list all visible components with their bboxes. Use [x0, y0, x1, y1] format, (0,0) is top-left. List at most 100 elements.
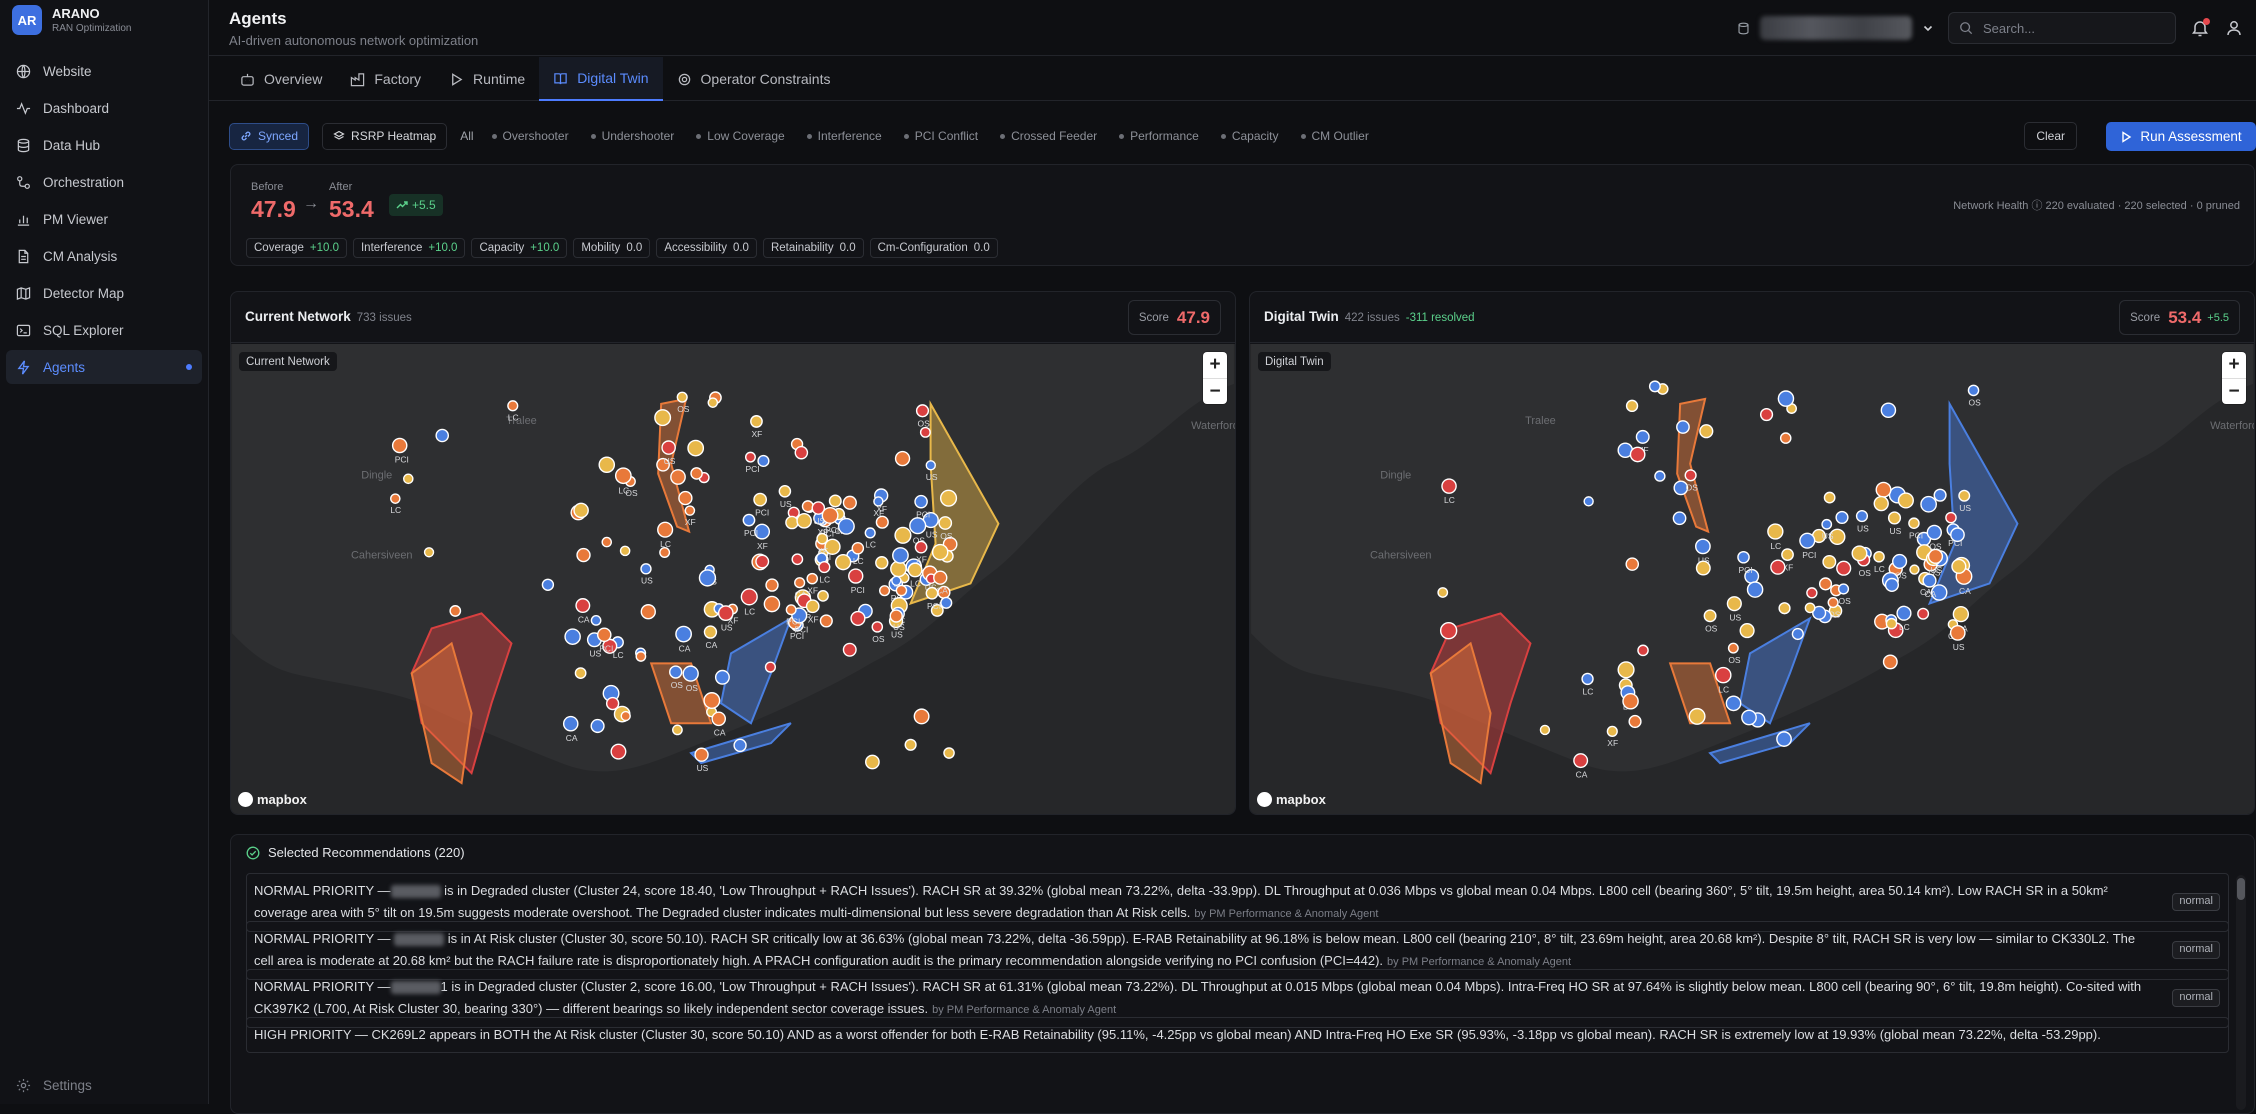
site-marker[interactable]	[698, 569, 717, 587]
site-marker[interactable]	[403, 473, 414, 485]
site-marker[interactable]	[763, 595, 781, 613]
site-marker[interactable]	[1836, 560, 1852, 576]
site-marker[interactable]	[794, 445, 809, 460]
site-marker[interactable]	[1714, 666, 1732, 684]
site-marker[interactable]	[684, 505, 696, 516]
tab-factory[interactable]: Factory	[336, 57, 435, 101]
site-marker[interactable]	[682, 665, 699, 682]
filter-pci-conflict[interactable]: PCI Conflict	[903, 129, 978, 143]
site-marker[interactable]	[842, 642, 857, 657]
site-marker[interactable]	[669, 665, 683, 679]
site-marker[interactable]	[449, 605, 462, 617]
site-marker[interactable]	[1951, 558, 1967, 574]
site-marker[interactable]	[1967, 384, 1980, 397]
site-marker[interactable]	[914, 540, 928, 554]
filter-cm-outlier[interactable]: CM Outlier	[1300, 129, 1369, 143]
site-marker[interactable]	[1823, 491, 1836, 504]
site-marker[interactable]	[925, 460, 936, 471]
site-marker[interactable]	[1777, 390, 1795, 407]
zoom-out-button[interactable]: −	[2222, 378, 2246, 404]
site-marker[interactable]	[1628, 714, 1642, 729]
site-marker[interactable]	[690, 467, 703, 480]
site-marker[interactable]	[750, 415, 763, 428]
site-marker[interactable]	[1635, 429, 1650, 444]
site-marker[interactable]	[575, 598, 591, 614]
site-marker[interactable]	[635, 651, 647, 662]
site-marker[interactable]	[654, 409, 672, 427]
sidebar-item-orchestration[interactable]: Orchestration	[6, 165, 202, 199]
zoom-in-button[interactable]: +	[2222, 352, 2246, 378]
map-digital-twin[interactable]: Tralee Dingle Cahersiveen Waterford PCI OS CA C…	[1250, 344, 2254, 814]
site-marker[interactable]	[1779, 432, 1792, 444]
site-marker[interactable]	[564, 628, 581, 645]
site-marker[interactable]	[1885, 617, 1898, 630]
site-marker[interactable]	[687, 439, 705, 457]
site-marker[interactable]	[1917, 607, 1930, 620]
site-marker[interactable]	[875, 556, 889, 570]
site-marker[interactable]	[1695, 560, 1711, 576]
site-marker[interactable]	[659, 546, 671, 558]
tab-overview[interactable]: Overview	[226, 57, 336, 101]
site-marker[interactable]	[619, 545, 631, 557]
sidebar-item-data-hub[interactable]: Data Hub	[6, 128, 202, 162]
site-marker[interactable]	[875, 515, 889, 529]
site-marker[interactable]	[1437, 587, 1449, 598]
site-marker[interactable]	[801, 500, 814, 513]
site-marker[interactable]	[1837, 583, 1850, 595]
site-marker[interactable]	[1648, 380, 1661, 393]
site-marker[interactable]	[914, 494, 928, 509]
site-marker[interactable]	[873, 496, 884, 507]
scrollbar-thumb[interactable]	[2237, 878, 2245, 900]
site-marker[interactable]	[1822, 554, 1837, 569]
site-marker[interactable]	[740, 588, 758, 606]
site-marker[interactable]	[865, 754, 880, 770]
site-marker[interactable]	[894, 526, 912, 544]
site-marker[interactable]	[1818, 577, 1833, 591]
sidebar-item-agents[interactable]: Agents	[6, 350, 202, 384]
site-marker[interactable]	[1672, 511, 1687, 526]
site-marker[interactable]	[1625, 557, 1640, 571]
site-marker[interactable]	[1835, 510, 1849, 525]
site-marker[interactable]	[1776, 731, 1792, 747]
site-marker[interactable]	[878, 585, 891, 597]
site-marker[interactable]	[755, 554, 770, 569]
site-marker[interactable]	[1875, 481, 1892, 498]
site-marker[interactable]	[661, 440, 676, 455]
site-marker[interactable]	[707, 397, 719, 408]
site-marker[interactable]	[1882, 654, 1898, 670]
site-marker[interactable]	[1922, 573, 1937, 588]
site-marker[interactable]	[678, 490, 693, 506]
run-assessment-button[interactable]: Run Assessment	[2106, 122, 2256, 151]
site-marker[interactable]	[871, 621, 884, 633]
site-marker[interactable]	[1909, 564, 1920, 575]
site-marker[interactable]	[1625, 399, 1639, 413]
site-marker[interactable]	[1873, 550, 1885, 563]
sidebar-item-website[interactable]: Website	[6, 54, 202, 88]
database-selector[interactable]	[1737, 16, 1934, 40]
site-marker[interactable]	[1821, 518, 1833, 530]
site-marker[interactable]	[1676, 420, 1690, 434]
site-marker[interactable]	[806, 572, 819, 585]
site-marker[interactable]	[605, 696, 620, 711]
sidebar-item-cm-analysis[interactable]: CM Analysis	[6, 239, 202, 273]
site-marker[interactable]	[694, 747, 709, 762]
site-marker[interactable]	[541, 578, 555, 591]
site-marker[interactable]	[733, 738, 747, 753]
site-marker[interactable]	[1952, 605, 1970, 623]
site-marker[interactable]	[717, 605, 734, 622]
site-marker[interactable]	[1684, 469, 1697, 482]
filter-capacity[interactable]: Capacity	[1220, 129, 1279, 143]
sidebar-item-dashboard[interactable]: Dashboard	[6, 91, 202, 125]
map-current[interactable]: Tralee Dingle Cahersiveen Waterford OS LC US PC…	[231, 344, 1235, 814]
site-marker[interactable]	[1573, 753, 1589, 769]
site-marker[interactable]	[573, 502, 589, 519]
site-marker[interactable]	[1703, 609, 1717, 623]
site-marker[interactable]	[1727, 642, 1739, 654]
site-marker[interactable]	[819, 614, 833, 628]
site-marker[interactable]	[796, 513, 812, 529]
site-marker[interactable]	[828, 494, 842, 508]
site-marker[interactable]	[703, 625, 718, 639]
site-marker[interactable]	[818, 560, 831, 574]
site-marker[interactable]	[915, 404, 930, 418]
site-marker[interactable]	[895, 584, 908, 597]
